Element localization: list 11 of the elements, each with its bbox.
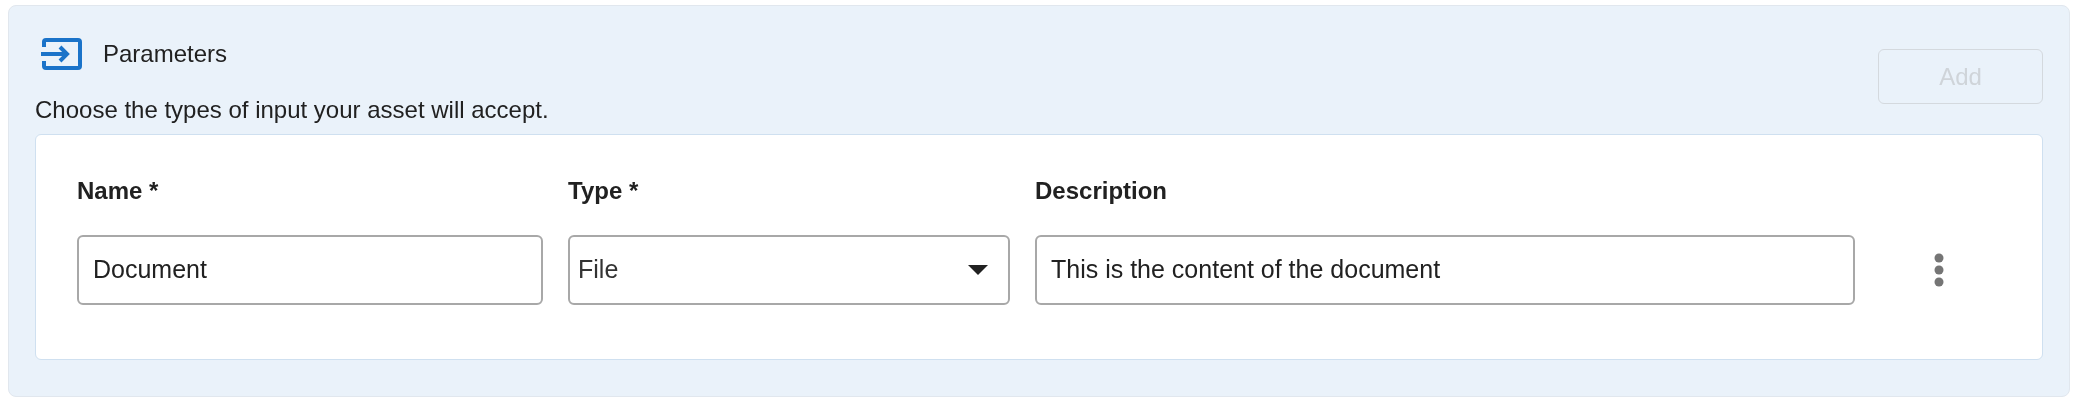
description-field[interactable]: This is the content of the document — [1035, 235, 1855, 305]
type-select[interactable]: File — [568, 235, 1010, 305]
caret-icon — [968, 265, 988, 275]
section-title: Parameters — [103, 39, 228, 69]
column-header: Description — [1035, 176, 1168, 206]
more-options-icon[interactable] — [1934, 253, 1944, 287]
column-header: Name * — [77, 176, 159, 206]
input-icon — [41, 38, 83, 70]
name-field[interactable]: Document — [77, 235, 543, 305]
section-description: Choose the types of input your asset will accept. — [35, 95, 549, 125]
column-header: Type * — [568, 176, 639, 206]
